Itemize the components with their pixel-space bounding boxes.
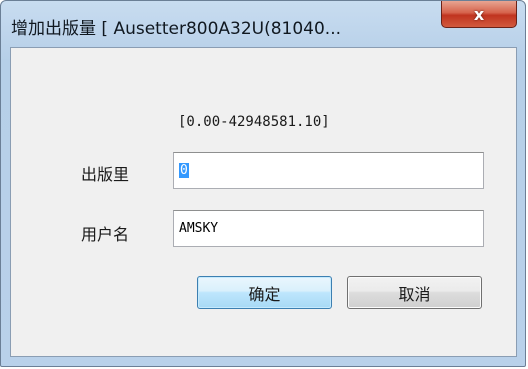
title-bar[interactable]: 增加出版量 [ Ausetter800A32U(81040... x <box>1 1 525 47</box>
ok-button[interactable]: 确定 <box>197 276 332 309</box>
amount-label: 出版里 <box>81 165 130 184</box>
window-title: 增加出版量 [ Ausetter800A32U(81040... <box>11 19 342 39</box>
cancel-button[interactable]: 取消 <box>347 276 482 309</box>
amount-input[interactable]: 0 <box>173 152 484 189</box>
close-icon: x <box>473 4 485 24</box>
dialog-window: 增加出版量 [ Ausetter800A32U(81040... x [0.00… <box>0 0 526 367</box>
dialog-body: [0.00-42948581.10] 出版里 0 用户名 AMSKY 确定 取消 <box>10 47 517 357</box>
username-value: AMSKY <box>179 221 219 236</box>
amount-value: 0 <box>179 163 189 178</box>
username-label: 用户名 <box>81 225 130 244</box>
username-input[interactable]: AMSKY <box>173 210 484 247</box>
close-button[interactable]: x <box>441 1 517 28</box>
range-hint: [0.00-42948581.10] <box>178 114 330 130</box>
